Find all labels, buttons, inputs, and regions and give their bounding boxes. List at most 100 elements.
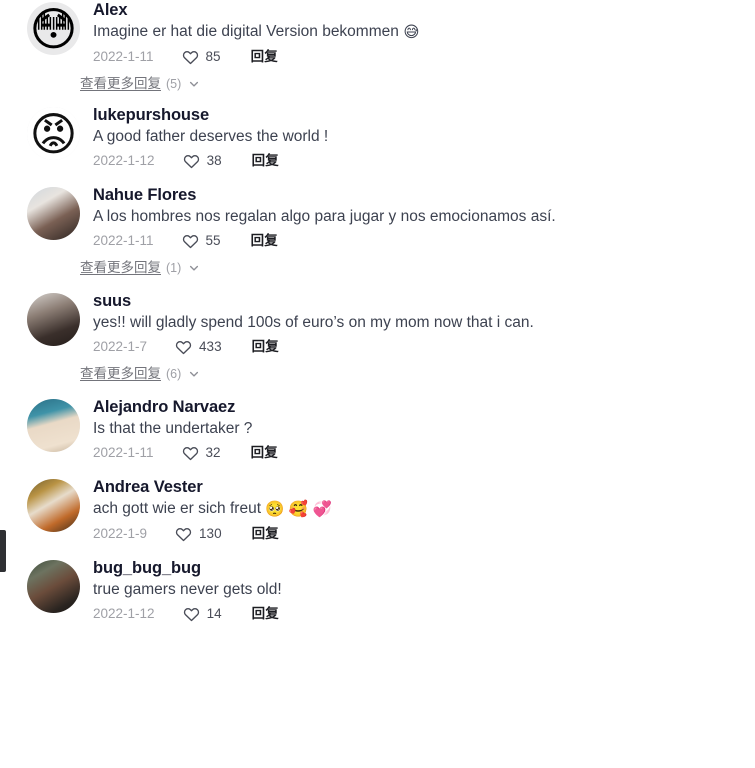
view-more-replies-button[interactable]: 查看更多回复 (5) [0,75,755,93]
avatar-photo [27,479,80,532]
avatar-photo [27,560,80,613]
like-count: 130 [199,526,222,541]
comment-body: suus yes!! will gladly spend 100s of euro… [80,291,755,358]
comment-emoji: 🥺 🥰 💞 [265,501,332,518]
comment-item: Andrea Vester ach gott wie er sich freut … [0,477,755,545]
avatar[interactable] [27,187,80,240]
comment-text: true gamers never gets old! [93,579,755,600]
comment-username[interactable]: lukepurshouse [93,105,755,125]
comment-text: Imagine er hat die digital Version bekom… [93,21,755,43]
comment-list: 😳 Alex Imagine er hat die digital Version … [0,0,755,625]
comment-text-content: A los hombres nos regalan algo para juga… [93,208,556,225]
comment: 😳 Alex Imagine er hat die digital Version … [0,0,755,68]
avatar[interactable]: 😡 [27,107,80,160]
comment-username[interactable]: Alejandro Narvaez [93,397,755,417]
heart-icon[interactable] [183,153,200,170]
reply-button[interactable]: 回复 [252,525,279,543]
like-button[interactable]: 32 [182,444,221,462]
chevron-down-icon[interactable] [188,368,200,380]
like-button[interactable]: 55 [182,232,221,250]
heart-icon[interactable] [182,49,199,66]
avatar-photo [27,187,80,240]
comment-username[interactable]: bug_bug_bug [93,558,755,578]
avatar-emoji: 😡 [27,107,80,160]
like-button[interactable]: 85 [182,48,221,66]
comment-text-content: yes!! will gladly spend 100s of euro’s o… [93,314,534,331]
comment: bug_bug_bugtrue gamers never gets old! 20… [0,558,755,625]
comment-username[interactable]: Alex [93,0,755,20]
view-more-replies-count: (5) [166,77,182,91]
comment-text-content: ach gott wie er sich freut [93,500,266,517]
comment-item: 😡 lukepurshouse A good father deserves the… [0,105,755,172]
comment-item: 😳 Alex Imagine er hat die digital Version … [0,0,755,93]
comment: Alejandro Narvaez Is that the undertaker … [0,397,755,464]
avatar[interactable]: 😳 [27,2,80,55]
like-button[interactable]: 130 [175,525,222,543]
avatar[interactable] [27,479,80,532]
heart-icon[interactable] [182,445,199,462]
view-more-replies-button[interactable]: 查看更多回复 (6) [0,365,755,383]
comment-body: Alex Imagine er hat die digital Version b… [80,0,755,68]
comment-meta: 2022-1-12 14 回复 [93,603,755,625]
avatar[interactable] [27,399,80,452]
view-more-replies-label: 查看更多回复 [80,366,161,381]
comment: 😡 lukepurshouse A good father deserves the… [0,105,755,172]
comment-text: Is that the undertaker ? [93,418,755,439]
like-count: 433 [199,339,222,354]
comment-meta: 2022-1-11 85 回复 [93,46,755,68]
comment: Nahue Flores A los hombres nos regalan al… [0,185,755,252]
comment: suus yes!! will gladly spend 100s of euro… [0,291,755,358]
view-more-replies-count: (1) [166,261,182,275]
chevron-down-icon[interactable] [188,262,200,274]
reply-button[interactable]: 回复 [251,48,278,66]
comment-body: Nahue Flores A los hombres nos regalan al… [80,185,755,252]
comment-emoji: 😅 [403,24,420,41]
comment-date: 2022-1-11 [93,49,154,64]
like-count: 32 [205,445,221,460]
heart-icon[interactable] [175,526,192,543]
like-button[interactable]: 38 [183,152,222,170]
like-button[interactable]: 433 [175,338,222,356]
comment-username[interactable]: Andrea Vester [93,477,755,497]
comment-meta: 2022-1-9 130 回复 [93,523,755,545]
reply-button[interactable]: 回复 [252,338,279,356]
comment-body: Alejandro Narvaez Is that the undertaker … [80,397,755,464]
comment-text: A good father deserves the world ! [93,126,755,147]
avatar[interactable] [27,560,80,613]
comment-body: bug_bug_bugtrue gamers never gets old! 20… [80,558,755,625]
comment-date: 2022-1-7 [93,339,148,354]
comment-meta: 2022-1-12 38 回复 [93,150,755,172]
like-count: 14 [206,606,222,621]
comment-date: 2022-1-12 [93,153,155,168]
avatar-photo [27,399,80,452]
view-more-replies-label: 查看更多回复 [80,76,161,91]
comment-text-content: true gamers never gets old! [93,581,282,598]
heart-icon[interactable] [175,339,192,356]
comment-item: Alejandro Narvaez Is that the undertaker … [0,397,755,464]
comment-item: suus yes!! will gladly spend 100s of euro… [0,291,755,383]
reply-button[interactable]: 回复 [251,444,278,462]
comment-meta: 2022-1-11 55 回复 [93,230,755,252]
view-more-replies-count: (6) [166,367,182,381]
comment-username[interactable]: Nahue Flores [93,185,755,205]
heart-icon[interactable] [183,606,200,623]
comment-date: 2022-1-12 [93,606,155,621]
heart-icon[interactable] [182,233,199,250]
like-count: 38 [206,153,222,168]
comment-meta: 2022-1-11 32 回复 [93,442,755,464]
chevron-down-icon[interactable] [188,78,200,90]
reply-button[interactable]: 回复 [252,605,279,623]
avatar-photo [27,293,80,346]
comment-body: Andrea Vester ach gott wie er sich freut … [80,477,755,545]
comment-date: 2022-1-11 [93,445,154,460]
reply-button[interactable]: 回复 [252,152,279,170]
comment: Andrea Vester ach gott wie er sich freut … [0,477,755,545]
like-button[interactable]: 14 [183,605,222,623]
comment-item: Nahue Flores A los hombres nos regalan al… [0,185,755,277]
comment-username[interactable]: suus [93,291,755,311]
view-more-replies-button[interactable]: 查看更多回复 (1) [0,259,755,277]
comment-text-content: Is that the undertaker ? [93,420,253,437]
avatar[interactable] [27,293,80,346]
comment-panel: 😳 Alex Imagine er hat die digital Version … [0,0,755,768]
reply-button[interactable]: 回复 [251,232,278,250]
